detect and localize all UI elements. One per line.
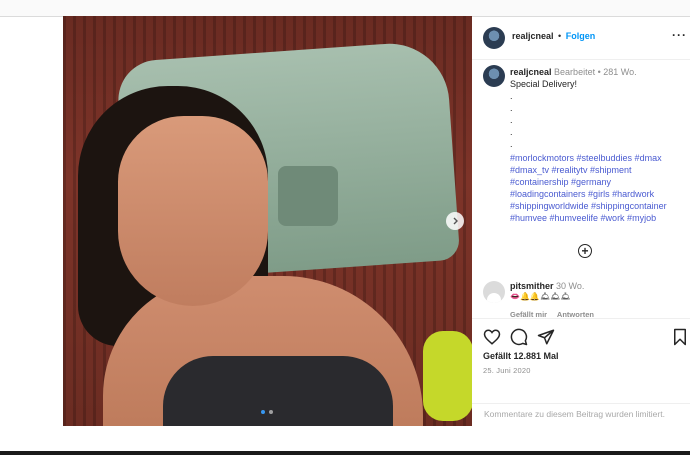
- follow-button[interactable]: Folgen: [566, 31, 596, 41]
- post-photo[interactable]: [63, 16, 472, 426]
- comment-header: pitsmither 30 Wo.: [510, 280, 584, 292]
- comments-limited-notice: Kommentare zu diesem Beitrag wurden limi…: [472, 403, 690, 427]
- carousel-next-button[interactable]: [446, 212, 464, 230]
- caption-block: realjcneal Bearbeitet • 281 Wo. Special …: [472, 60, 690, 310]
- caption-hashtags: #morlockmotors #steelbuddies #dmax #dmax…: [510, 152, 685, 225]
- browser-top-edge: [0, 0, 690, 17]
- header-separator: •: [558, 31, 562, 41]
- more-options-icon[interactable]: ···: [672, 28, 687, 42]
- carousel-indicators: [261, 410, 273, 414]
- caption-username[interactable]: realjcneal: [510, 67, 552, 77]
- caption-avatar[interactable]: [483, 65, 505, 87]
- post-side-panel: realjcneal • Folgen ··· realjcneal Bearb…: [472, 16, 690, 427]
- caption-dot-line: .: [510, 103, 513, 113]
- chevron-right-icon: [453, 217, 458, 225]
- commenter-avatar[interactable]: [483, 281, 505, 303]
- caption-age: 281 Wo.: [603, 67, 637, 77]
- commenter-username[interactable]: pitsmither: [510, 281, 554, 291]
- photo-face: [118, 116, 268, 306]
- hashtag-line[interactable]: #dmax_tv #realitytv #shipment: [510, 165, 632, 175]
- hashtag-line[interactable]: #loadingcontainers #girls #hardwork: [510, 189, 654, 199]
- likes-count[interactable]: Gefällt 12.881 Mal: [483, 351, 559, 361]
- caption-edited: Bearbeitet: [554, 67, 596, 77]
- comments-limited-text: Kommentare zu diesem Beitrag wurden limi…: [484, 409, 665, 419]
- share-icon[interactable]: [537, 328, 555, 346]
- carousel-dot-2: [269, 410, 273, 414]
- post-header: realjcneal • Folgen ···: [472, 16, 690, 60]
- photo-tank-top: [163, 356, 393, 426]
- author-avatar[interactable]: [483, 27, 505, 49]
- caption-dot-line: .: [510, 91, 513, 101]
- post-date: 25. Juni 2020: [483, 366, 531, 375]
- caption-dot-line: .: [510, 127, 513, 137]
- caption-line: Special Delivery!: [510, 79, 578, 89]
- photo-headlight: [278, 166, 338, 226]
- heart-icon[interactable]: [483, 328, 501, 346]
- caption-dot-line: .: [510, 139, 513, 149]
- plus-circle-icon[interactable]: +: [578, 244, 592, 258]
- author-username[interactable]: realjcneal: [512, 31, 554, 41]
- caption-text: realjcneal Bearbeitet • 281 Wo. Special …: [510, 66, 685, 150]
- comment-icon[interactable]: [510, 328, 528, 346]
- hashtag-line[interactable]: #containership #germany: [510, 177, 611, 187]
- comment-age: 30 Wo.: [556, 281, 585, 291]
- hashtag-line[interactable]: #shippingworldwide #shippingcontainer: [510, 201, 667, 211]
- hashtag-line[interactable]: #morlockmotors #steelbuddies #dmax: [510, 153, 662, 163]
- hashtag-line[interactable]: #humvee #humveelife #work #myjob: [510, 213, 656, 223]
- post-actions: Gefällt 12.881 Mal 25. Juni 2020: [472, 318, 690, 404]
- carousel-dot-1: [261, 410, 265, 414]
- window-bottom-edge: [0, 451, 690, 455]
- comment-item: pitsmither 30 Wo. 👄🔔🔔🛎🛎🛎 Gefällt mir Ant…: [472, 278, 690, 323]
- caption-dot-line: .: [510, 115, 513, 125]
- photo-yellow-strap: [423, 331, 472, 421]
- comment-text: 👄🔔🔔🛎🛎🛎: [510, 292, 571, 301]
- bookmark-icon[interactable]: [671, 328, 689, 346]
